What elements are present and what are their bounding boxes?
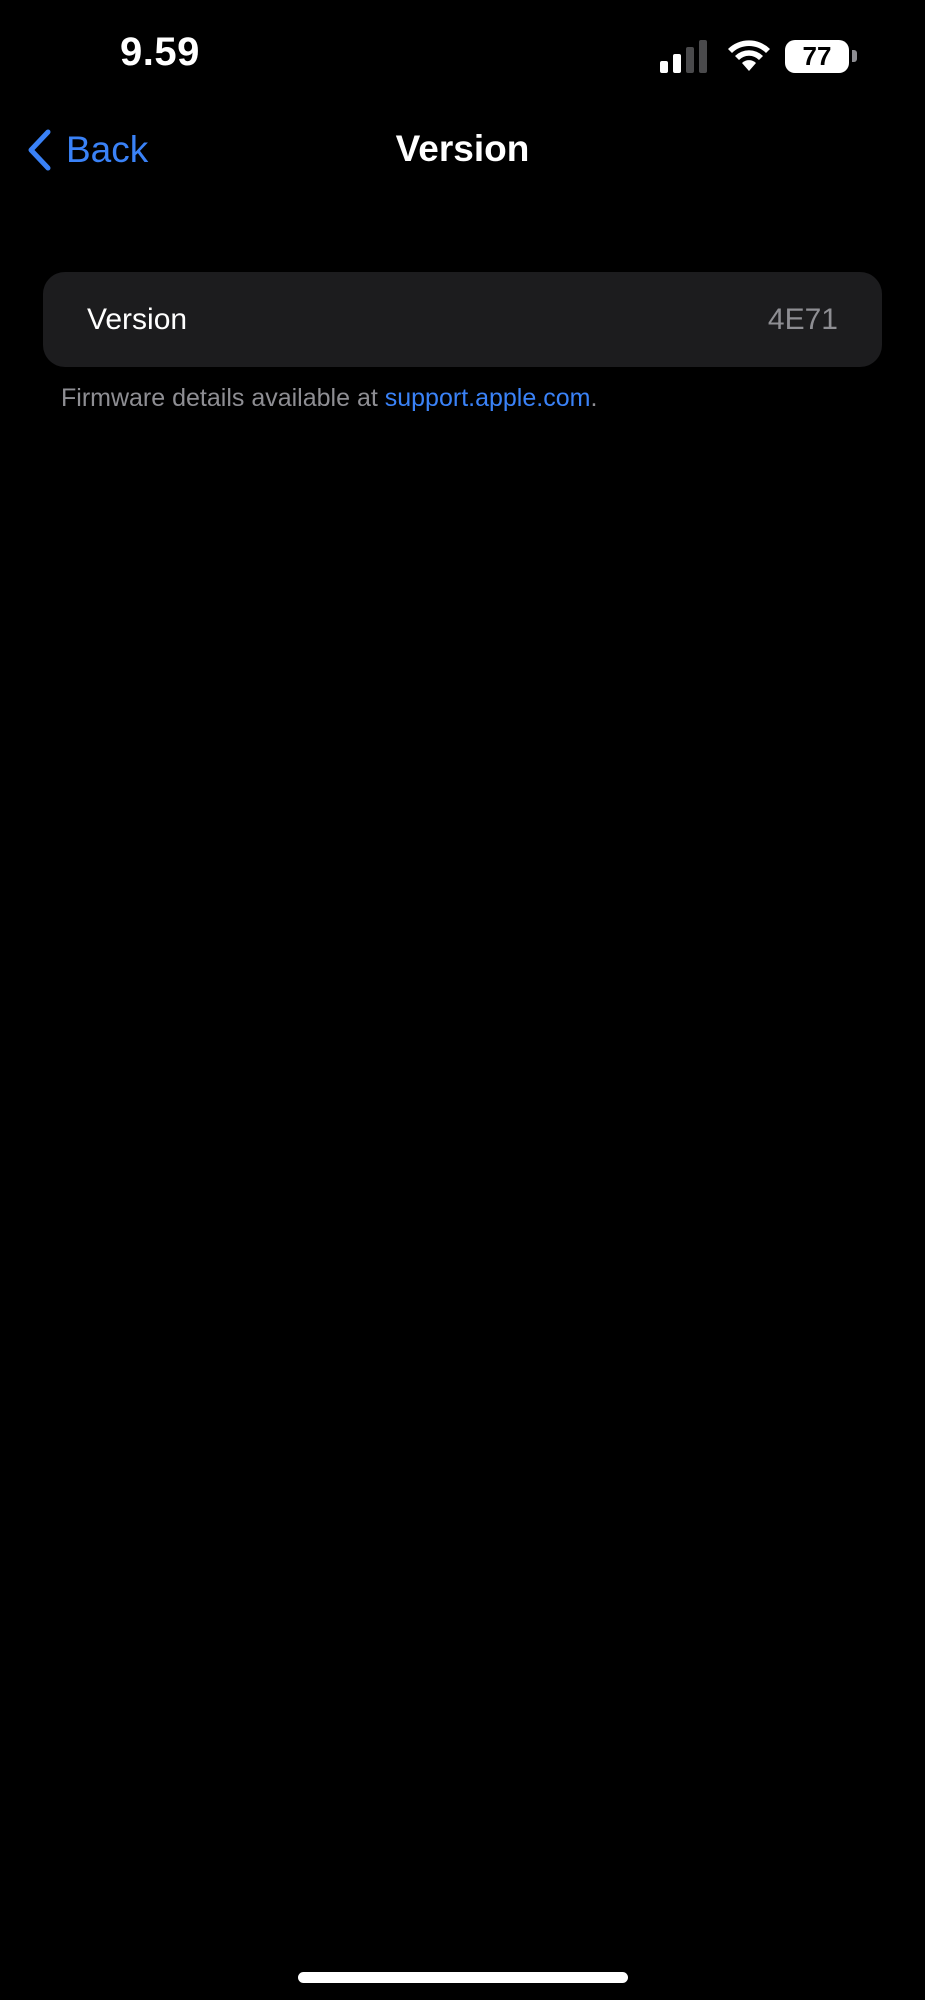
battery-icon: 77 [785, 39, 857, 73]
status-bar: 9.59 77 [0, 0, 925, 110]
screen: 9.59 77 Version Back Version 4E71 Firmwa… [0, 0, 925, 2000]
cellular-signal-icon [660, 39, 707, 73]
navigation-bar: Version Back [0, 110, 925, 190]
signal-bar [660, 61, 668, 73]
version-list-group: Version 4E71 [43, 272, 882, 367]
battery-cap [852, 50, 857, 62]
back-button-label: Back [66, 129, 149, 170]
footer-text: Firmware details available at [61, 384, 385, 412]
version-label: Version [87, 302, 188, 336]
signal-bar [686, 47, 694, 73]
signal-bar [673, 54, 681, 73]
list-item-version: Version 4E71 [43, 272, 882, 367]
status-icons: 77 [660, 36, 857, 76]
wifi-icon [728, 40, 770, 71]
footer-note: Firmware details available at support.ap… [61, 384, 597, 413]
chevron-left-icon [28, 129, 51, 171]
back-button[interactable]: Back [26, 124, 148, 176]
battery-level: 77 [785, 39, 849, 73]
home-indicator[interactable] [298, 1972, 628, 1983]
status-time: 9.59 [120, 30, 200, 74]
version-value: 4E71 [767, 302, 838, 336]
signal-bar [699, 40, 707, 73]
footer-suffix: . [590, 384, 598, 412]
support-link[interactable]: support.apple.com [385, 384, 591, 412]
